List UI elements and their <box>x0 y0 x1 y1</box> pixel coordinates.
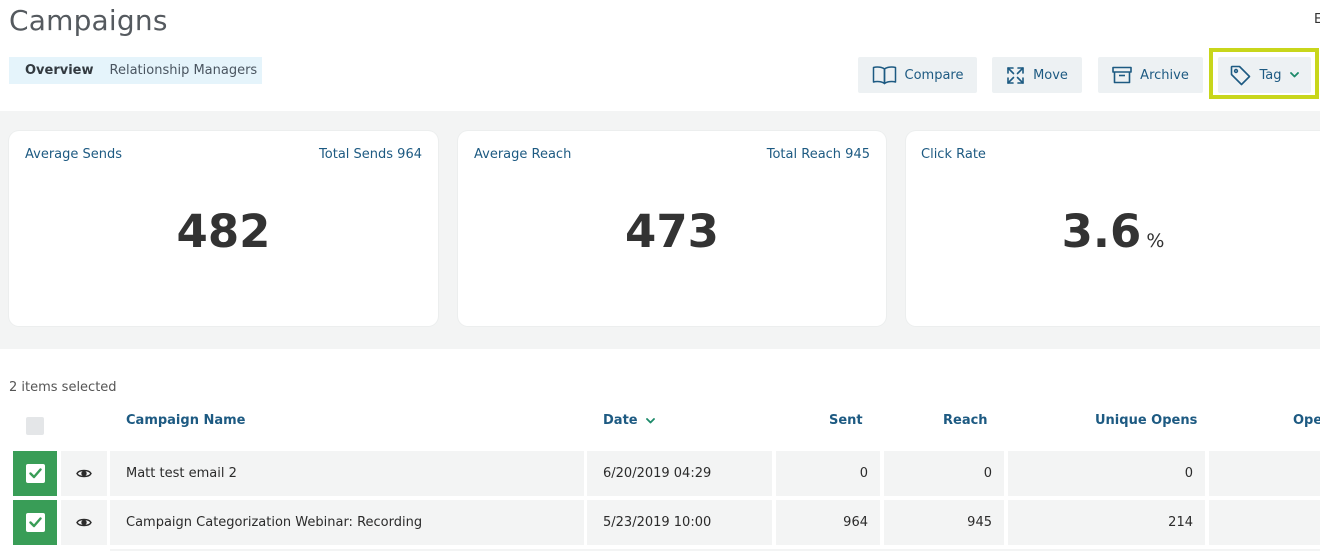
total-sends-label: Total Sends 964 <box>319 147 422 162</box>
total-reach-label: Total Reach 945 <box>766 147 870 162</box>
checkmark-icon <box>28 517 42 528</box>
move-button[interactable]: Move <box>992 57 1082 93</box>
column-header-date[interactable]: Date <box>603 413 655 428</box>
chevron-down-icon <box>1289 72 1299 78</box>
column-header-sent[interactable]: Sent <box>829 413 863 428</box>
select-all-checkbox[interactable] <box>26 417 44 435</box>
average-reach-value: 473 <box>625 205 719 258</box>
preview-button[interactable] <box>61 451 107 496</box>
column-header-reach[interactable]: Reach <box>943 413 988 428</box>
move-label: Move <box>1033 67 1068 83</box>
table-cell-unique-opens: 0 <box>1008 451 1205 496</box>
table-cell-unique-opens: 214 <box>1008 500 1205 545</box>
checkmark-icon <box>28 468 42 479</box>
checkbox-checked <box>25 513 45 532</box>
column-header-date-label: Date <box>603 413 638 428</box>
average-reach-label: Average Reach <box>474 147 572 162</box>
page-title: Campaigns <box>9 4 168 37</box>
campaigns-page: Campaigns E Overview Relationship Manage… <box>0 0 1320 551</box>
preview-button[interactable] <box>61 500 107 545</box>
compare-button[interactable]: Compare <box>858 57 977 93</box>
table-cell-date: 6/20/2019 04:29 <box>587 451 772 496</box>
tag-label: Tag <box>1259 67 1282 83</box>
compare-label: Compare <box>904 67 964 83</box>
archive-box-icon <box>1112 66 1132 84</box>
open-book-icon <box>872 66 896 85</box>
table-cell-reach: 0 <box>884 451 1004 496</box>
tab-relationship-managers[interactable]: Relationship Managers <box>110 57 274 84</box>
table-cell-opens <box>1209 451 1320 496</box>
column-header-opens[interactable]: Oper <box>1293 413 1320 428</box>
eye-icon <box>76 518 92 527</box>
column-header-campaign-name[interactable]: Campaign Name <box>126 413 246 428</box>
table-cell-reach: 945 <box>884 500 1004 545</box>
row-checkbox[interactable] <box>13 500 57 545</box>
archive-button[interactable]: Archive <box>1098 57 1203 93</box>
table-cell-sent: 964 <box>776 500 880 545</box>
tag-button[interactable]: Tag <box>1218 57 1311 93</box>
click-rate-value: 3.6 <box>1061 205 1142 258</box>
table-cell-date: 5/23/2019 10:00 <box>587 500 772 545</box>
average-sends-value: 482 <box>176 205 271 258</box>
table-cell-sent: 0 <box>776 451 880 496</box>
user-menu-initial[interactable]: E <box>1314 12 1320 27</box>
table-cell-opens <box>1209 500 1320 545</box>
table-cell-name[interactable]: Campaign Categorization Webinar: Recordi… <box>110 500 584 545</box>
arrows-expand-icon <box>1007 66 1024 84</box>
tab-overview[interactable]: Overview <box>9 57 110 84</box>
click-rate-value-wrap: 3.6% <box>906 205 1320 258</box>
tag-icon <box>1231 65 1251 85</box>
sort-chevron-down-icon <box>645 417 655 423</box>
click-rate-label: Click Rate <box>921 147 986 162</box>
average-sends-card: Average Sends Total Sends 964 482 <box>9 131 438 326</box>
archive-label: Archive <box>1140 67 1189 83</box>
table-cell-name[interactable]: Matt test email 2 <box>110 451 584 496</box>
view-tabs: Overview Relationship Managers <box>9 57 262 84</box>
average-sends-label: Average Sends <box>25 147 123 162</box>
selected-count: 2 items selected <box>9 380 117 395</box>
click-rate-card: Click Rate 3.6% <box>906 131 1320 326</box>
tag-button-highlight: Tag <box>1209 48 1319 99</box>
average-reach-card: Average Reach Total Reach 945 473 <box>458 131 886 326</box>
click-rate-unit: % <box>1146 230 1165 252</box>
eye-icon <box>76 469 92 478</box>
row-checkbox[interactable] <box>13 451 57 496</box>
checkbox-checked <box>25 464 45 483</box>
column-header-unique-opens[interactable]: Unique Opens <box>1095 413 1197 428</box>
